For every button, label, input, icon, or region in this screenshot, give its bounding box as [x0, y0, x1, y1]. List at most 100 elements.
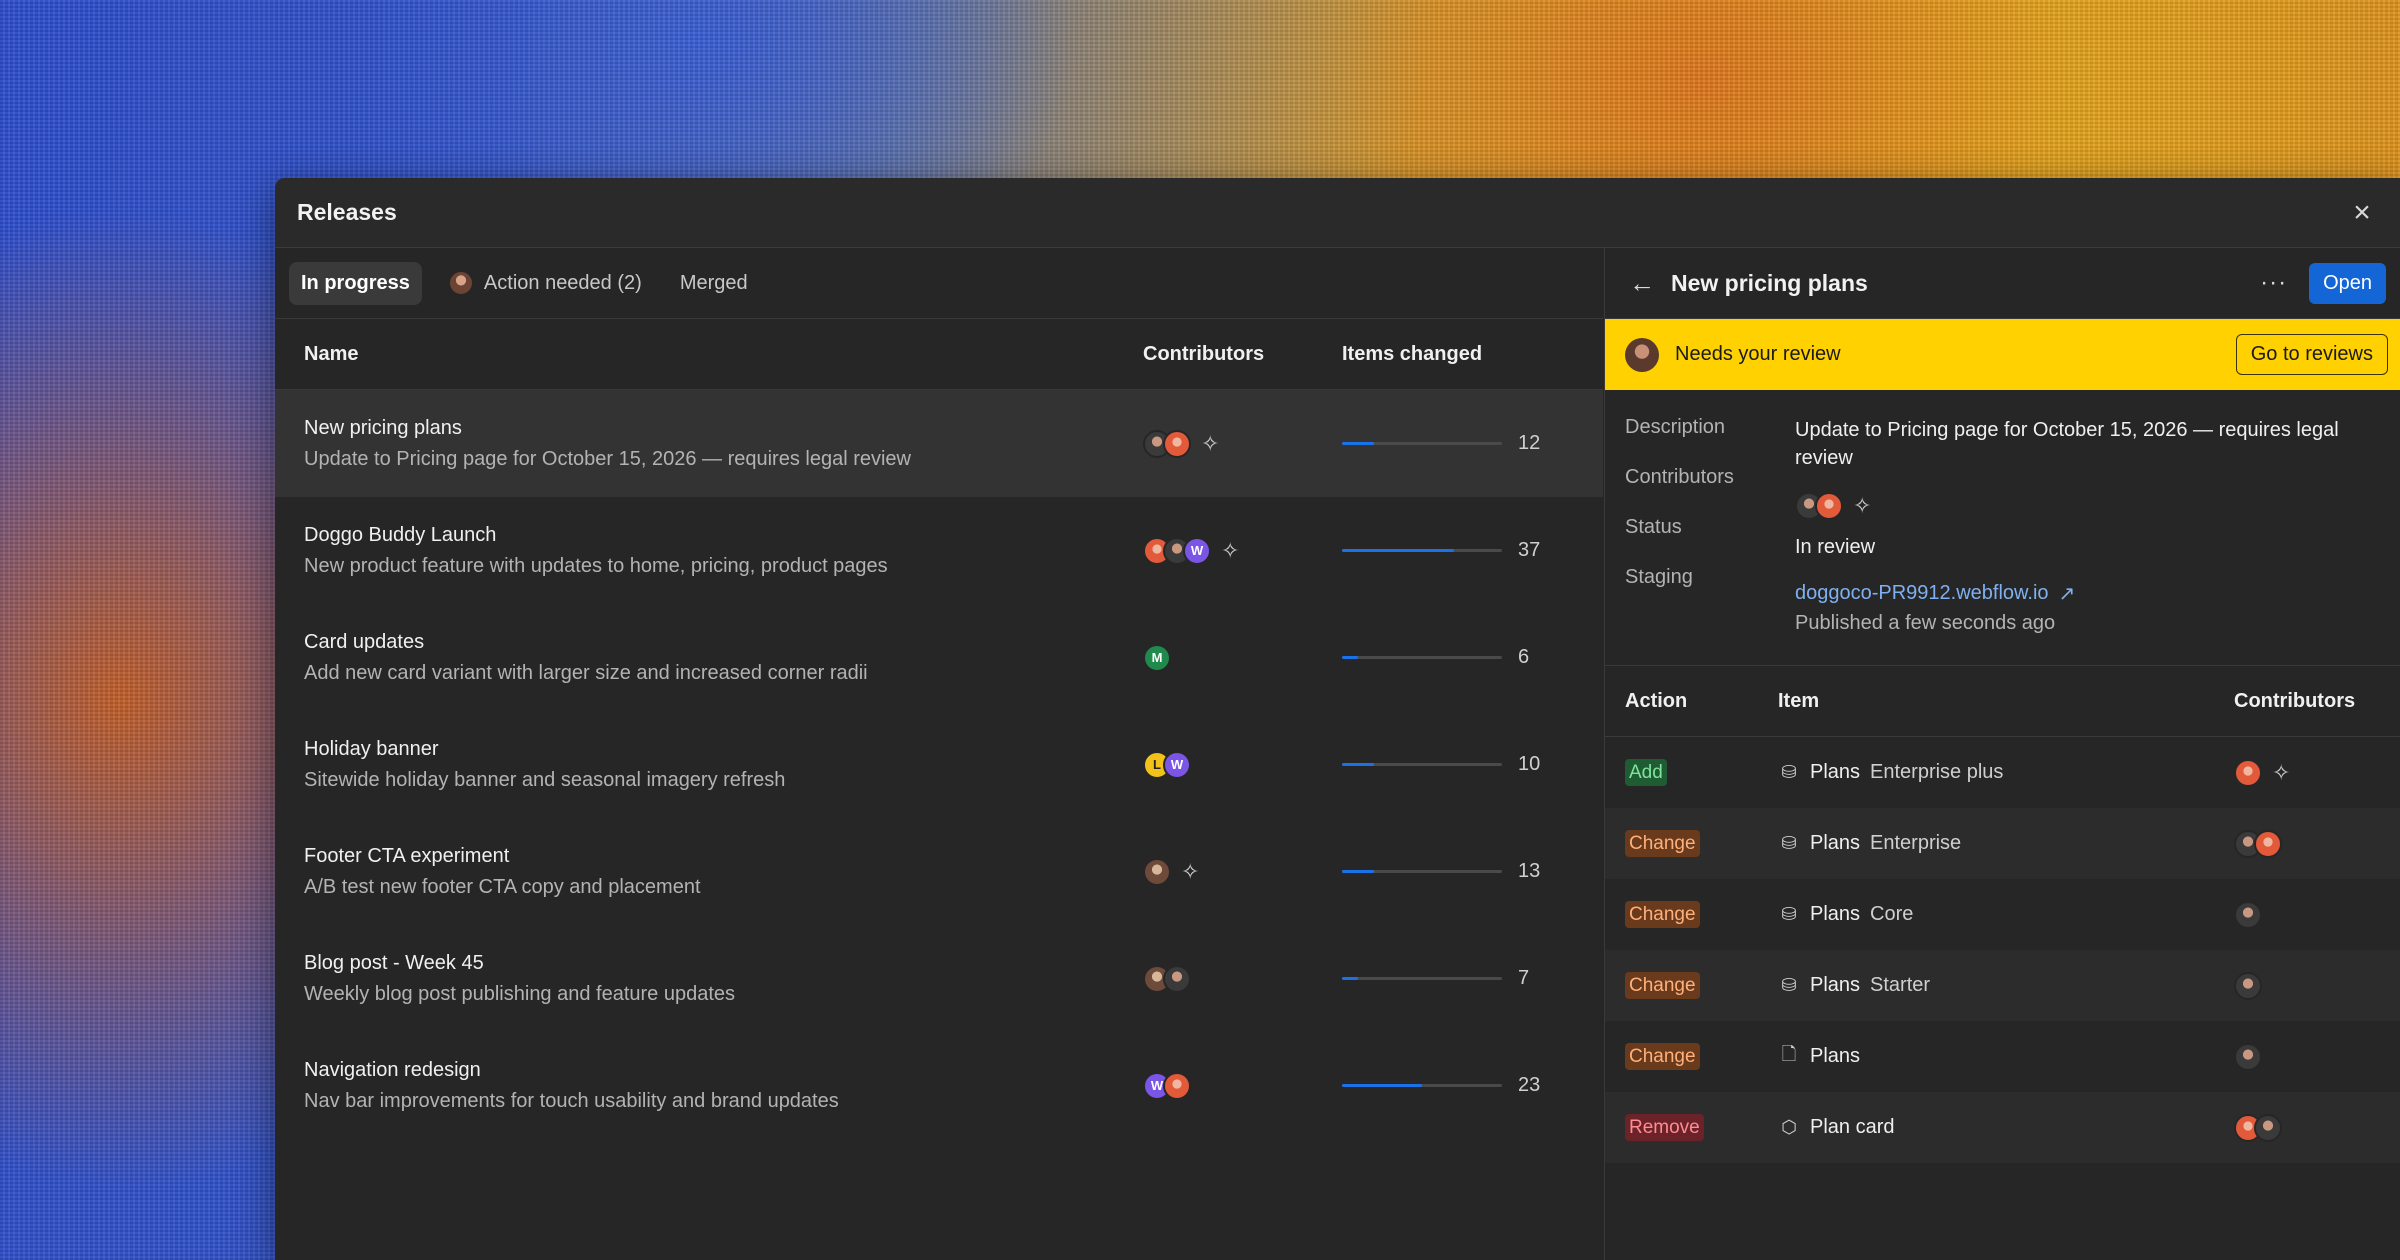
- contributors: W: [1143, 1071, 1342, 1100]
- close-icon[interactable]: ×: [2346, 196, 2378, 229]
- window-titlebar: Releases ×: [275, 178, 2400, 248]
- table-row[interactable]: Navigation redesign Nav bar improvements…: [275, 1032, 1603, 1139]
- avatar: [1815, 492, 1843, 520]
- detail-header: ← New pricing plans ··· Open: [1605, 248, 2400, 319]
- action-row[interactable]: Change ⛁ Plans Core: [1605, 879, 2400, 950]
- row-subtitle: Add new card variant with larger size an…: [304, 661, 868, 684]
- row-subtitle: A/B test new footer CTA copy and placeme…: [304, 875, 701, 898]
- items-count: 10: [1518, 753, 1541, 775]
- label-staging: Staging: [1625, 566, 1693, 588]
- component-icon: ⬡: [1781, 1117, 1797, 1137]
- row-title: Navigation redesign: [304, 1058, 481, 1081]
- progress-bar: [1342, 977, 1502, 980]
- header-contributors[interactable]: Contributors: [2234, 690, 2400, 713]
- contributors: ✧: [2234, 758, 2400, 787]
- items-count: 12: [1518, 432, 1541, 454]
- tab-in-progress[interactable]: In progress: [289, 261, 422, 305]
- header-action[interactable]: Action: [1605, 690, 1778, 713]
- progress-fill: [1342, 1084, 1422, 1087]
- staging-link-text: doggoco-PR9912.webflow.io: [1795, 582, 2049, 604]
- more-options-icon[interactable]: ···: [2260, 269, 2287, 297]
- tab-action-needed[interactable]: Action needed (2): [436, 260, 654, 306]
- detail-properties: Description Contributors Status Staging …: [1605, 390, 2400, 666]
- action-badge: Change: [1625, 829, 1700, 857]
- row-subtitle: Weekly blog post publishing and feature …: [304, 982, 736, 1005]
- avatar: [1143, 857, 1171, 886]
- table-row[interactable]: Footer CTA experiment A/B test new foote…: [275, 818, 1603, 925]
- back-arrow-icon[interactable]: ←: [1629, 268, 1655, 299]
- actions-table-header: Action Item Contributors: [1605, 666, 2400, 737]
- table-row[interactable]: New pricing plans Update to Pricing page…: [275, 390, 1603, 497]
- item-main: Plans: [1810, 1045, 1861, 1067]
- detail-title: New pricing plans: [1671, 269, 1868, 296]
- contributors: [2234, 829, 2400, 858]
- action-row[interactable]: Change 🗋 Plans: [1605, 1021, 2400, 1092]
- page-icon: 🗋: [1781, 1043, 1797, 1064]
- action-row[interactable]: Change ⛁ Plans Enterprise: [1605, 808, 2400, 879]
- progress-fill: [1342, 442, 1374, 445]
- open-button[interactable]: Open: [2309, 262, 2386, 304]
- table-row[interactable]: Card updates Add new card variant with l…: [275, 604, 1603, 711]
- avatar: [2234, 1042, 2262, 1071]
- avatar: W: [1163, 750, 1191, 779]
- progress-bar: [1342, 656, 1502, 659]
- releases-window: Releases × In progress Action needed (2)…: [275, 178, 2400, 1260]
- action-badge: Change: [1625, 900, 1700, 928]
- contributors: [2234, 900, 2400, 929]
- database-icon: ⛁: [1781, 833, 1797, 853]
- published-text: Published a few seconds ago: [1795, 612, 2056, 634]
- row-subtitle: Nav bar improvements for touch usability…: [304, 1089, 839, 1112]
- avatar: [2234, 900, 2262, 929]
- external-link-icon: ↗: [2058, 583, 2076, 605]
- go-to-reviews-button[interactable]: Go to reviews: [2235, 334, 2388, 375]
- table-row[interactable]: Holiday banner Sitewide holiday banner a…: [275, 711, 1603, 818]
- header-item[interactable]: Item: [1778, 690, 2234, 713]
- progress-bar: [1342, 870, 1502, 873]
- progress-fill: [1342, 763, 1374, 766]
- avatar: [2254, 829, 2282, 858]
- action-row[interactable]: Change ⛁ Plans Starter: [1605, 950, 2400, 1021]
- tab-bar: In progress Action needed (2) Merged: [275, 248, 1603, 319]
- tab-label: Merged: [679, 271, 748, 294]
- header-contributors[interactable]: Contributors: [1143, 343, 1342, 366]
- tab-merged[interactable]: Merged: [668, 262, 760, 305]
- avatar: [2234, 971, 2262, 1000]
- database-icon: ⛁: [1781, 762, 1797, 782]
- progress-bar: [1342, 442, 1502, 445]
- sparkle-icon: ✧: [1181, 858, 1200, 884]
- progress-fill: [1342, 870, 1374, 873]
- row-title: Blog post - Week 45: [304, 951, 484, 974]
- avatar: [1163, 1071, 1191, 1100]
- avatar: [2254, 1113, 2282, 1142]
- row-title: New pricing plans: [304, 416, 462, 439]
- contributors: [2234, 971, 2400, 1000]
- contributors: ✧: [1143, 429, 1342, 458]
- progress-bar: [1342, 549, 1502, 552]
- items-count: 7: [1518, 967, 1530, 989]
- header-items-changed[interactable]: Items changed: [1342, 343, 1603, 366]
- label-status: Status: [1625, 516, 1682, 538]
- sparkle-icon: ✧: [2272, 759, 2291, 785]
- items-count: 13: [1518, 860, 1541, 882]
- sparkle-icon: ✧: [1853, 493, 1872, 518]
- item-secondary: Core: [1870, 903, 1914, 925]
- row-title: Footer CTA experiment: [304, 844, 510, 867]
- action-row[interactable]: Add ⛁ Plans Enterprise plus ✧: [1605, 737, 2400, 808]
- contributors: [1143, 964, 1342, 993]
- header-name[interactable]: Name: [275, 343, 1143, 366]
- progress-bar: [1342, 1084, 1502, 1087]
- release-detail-pane: ← New pricing plans ··· Open Needs your …: [1604, 248, 2400, 1260]
- action-row[interactable]: Remove ⬡ Plan card: [1605, 1092, 2400, 1163]
- staging-link[interactable]: doggoco-PR9912.webflow.io ↗: [1795, 581, 2380, 606]
- item-main: Plans: [1810, 974, 1861, 996]
- avatar: [1163, 429, 1191, 458]
- row-title: Card updates: [304, 630, 425, 653]
- action-badge: Change: [1625, 1042, 1700, 1070]
- label-description: Description: [1625, 416, 1726, 438]
- label-contributors: Contributors: [1625, 466, 1734, 488]
- avatar: [447, 270, 474, 296]
- contributors: L W: [1143, 750, 1342, 779]
- table-row[interactable]: Blog post - Week 45 Weekly blog post pub…: [275, 925, 1603, 1032]
- table-row[interactable]: Doggo Buddy Launch New product feature w…: [275, 497, 1603, 604]
- contributors: M: [1143, 643, 1342, 672]
